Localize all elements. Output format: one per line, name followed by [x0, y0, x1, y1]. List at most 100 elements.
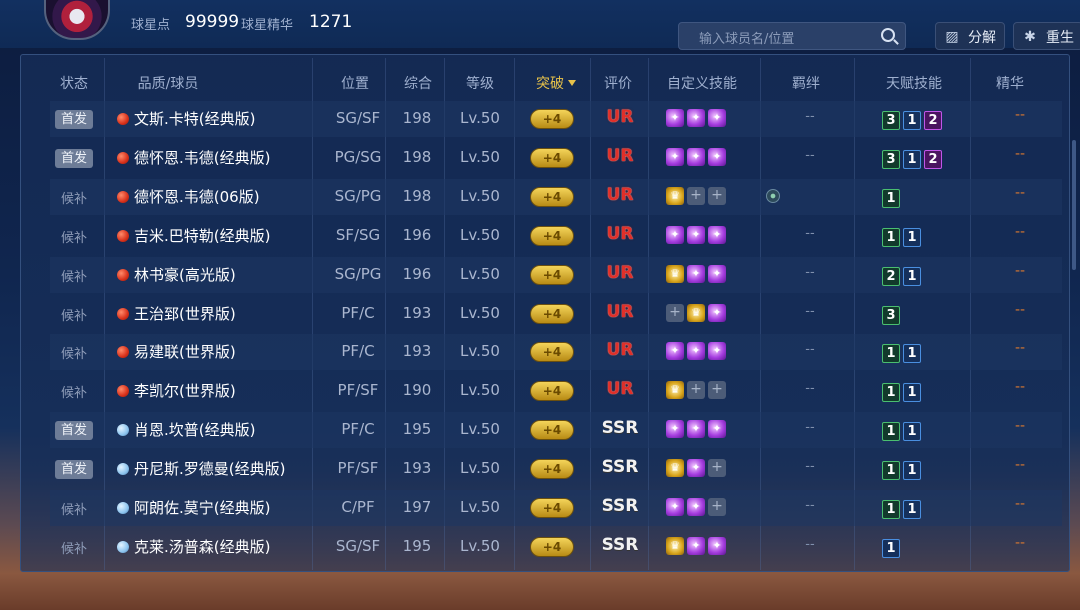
talent-level-badge: 1	[903, 266, 921, 286]
player-name[interactable]: 德怀恩.韦德(06版)	[134, 186, 260, 207]
level-value: Lv.50	[460, 264, 500, 283]
empty-skill-slot-icon[interactable]: +	[687, 381, 705, 400]
player-name[interactable]: 肖恩.坎普(经典版)	[134, 419, 255, 440]
table-row[interactable]: 候补 李凯尔(世界版) PF/SF 190 Lv.50 +4 UR ♛ + + -- 1 1 --	[50, 373, 1062, 409]
col-talent-skills[interactable]: 天赋技能	[882, 73, 946, 93]
col-bond[interactable]: 羁绊	[786, 73, 826, 93]
talent-level-badge: 3	[882, 305, 900, 325]
player-name[interactable]: 王治郅(世界版)	[134, 303, 236, 324]
gold-skill-icon[interactable]: ♛	[687, 303, 705, 322]
custom-skills[interactable]: ✦ ✦ +	[666, 498, 729, 518]
purple-skill-icon[interactable]: ✦	[666, 420, 684, 439]
player-name[interactable]: 易建联(世界版)	[134, 341, 236, 362]
bond-value: --	[805, 536, 815, 552]
col-position[interactable]: 位置	[335, 73, 375, 93]
purple-skill-icon[interactable]: ✦	[666, 147, 684, 166]
table-row[interactable]: 候补 阿朗佐.莫宁(经典版) C/PF 197 Lv.50 +4 SSR ✦ ✦ + -- 1 1 --	[50, 490, 1062, 526]
purple-skill-icon[interactable]: ✦	[687, 264, 705, 283]
col-quality-player[interactable]: 品质/球员	[128, 73, 208, 93]
col-custom-skills[interactable]: 自定义技能	[660, 73, 744, 93]
custom-skills[interactable]: ♛ ✦ ✦	[666, 536, 729, 557]
table-row[interactable]: 候补 王治郅(世界版) PF/C 193 Lv.50 +4 UR + ♛ ✦ -- 3 --	[50, 296, 1062, 332]
purple-skill-icon[interactable]: ✦	[708, 420, 726, 439]
talent-skills: 1	[882, 537, 903, 558]
overall-value: 190	[402, 381, 432, 400]
table-row[interactable]: 候补 易建联(世界版) PF/C 193 Lv.50 +4 UR ✦ ✦ ✦ -- 1 1 --	[50, 334, 1062, 371]
table-row[interactable]: 候补 克莱.汤普森(经典版) SG/SF 195 Lv.50 +4 SSR ♛ ✦ ✦ -- 1 --	[50, 529, 1062, 565]
custom-skills[interactable]: + ♛ ✦	[666, 303, 729, 324]
table-row[interactable]: 候补 德怀恩.韦德(06版) SG/PG 198 Lv.50 +4 UR ♛ + +1 --	[50, 178, 1062, 215]
col-overall[interactable]: 综合	[398, 73, 438, 93]
col-rating[interactable]: 评价	[598, 73, 638, 93]
custom-skills[interactable]: ✦ ✦ ✦	[666, 109, 729, 129]
purple-skill-icon[interactable]: ✦	[687, 342, 705, 361]
player-name[interactable]: 丹尼斯.罗德曼(经典版)	[134, 458, 285, 479]
decompose-button[interactable]: ▨ 分解	[935, 22, 1005, 50]
purple-skill-icon[interactable]: ✦	[708, 109, 726, 127]
purple-skill-icon[interactable]: ✦	[666, 342, 684, 361]
table-row[interactable]: 首发 德怀恩.韦德(经典版) PG/SG 198 Lv.50 +4 UR ✦ ✦ ✦ -- 3 1 2 --	[50, 140, 1062, 176]
custom-skills[interactable]: ✦ ✦ ✦	[666, 342, 729, 362]
position-value: PF/C	[341, 342, 375, 361]
position-value: PF/C	[341, 420, 375, 439]
player-name[interactable]: 德怀恩.韦德(经典版)	[134, 147, 270, 168]
table-row[interactable]: 候补 林书豪(高光版) SG/PG 196 Lv.50 +4 UR ♛ ✦ ✦ -- 2 1 --	[50, 256, 1062, 293]
player-name[interactable]: 阿朗佐.莫宁(经典版)	[134, 497, 270, 518]
scrollbar[interactable]	[1072, 140, 1076, 270]
purple-skill-icon[interactable]: ✦	[687, 225, 705, 244]
purple-skill-icon[interactable]: ✦	[666, 109, 684, 127]
purple-skill-icon[interactable]: ✦	[687, 420, 705, 439]
player-name[interactable]: 林书豪(高光版)	[134, 264, 236, 285]
table-row[interactable]: 候补 吉米.巴特勒(经典版) SF/SG 196 Lv.50 +4 UR ✦ ✦ ✦ -- 1 1 --	[50, 218, 1062, 254]
purple-skill-icon[interactable]: ✦	[708, 147, 726, 166]
gold-skill-icon[interactable]: ♛	[666, 264, 684, 283]
col-level[interactable]: 等级	[460, 73, 500, 93]
empty-skill-slot-icon[interactable]: +	[687, 186, 705, 205]
gold-skill-icon[interactable]: ♛	[666, 381, 684, 400]
custom-skills[interactable]: ♛ + +	[666, 186, 729, 207]
search-icon[interactable]	[881, 28, 895, 42]
empty-skill-slot-icon[interactable]: +	[708, 186, 726, 205]
custom-skills[interactable]: ✦ ✦ ✦	[666, 147, 729, 168]
purple-skill-icon[interactable]: ✦	[708, 342, 726, 361]
rebirth-button[interactable]: ✱ 重生	[1013, 22, 1080, 50]
player-name[interactable]: 克莱.汤普森(经典版)	[134, 536, 270, 557]
custom-skills[interactable]: ✦ ✦ ✦	[666, 420, 729, 440]
empty-skill-slot-icon[interactable]: +	[708, 381, 726, 400]
gold-skill-icon[interactable]: ♛	[666, 186, 684, 205]
table-row[interactable]: 首发 肖恩.坎普(经典版) PF/C 195 Lv.50 +4 SSR ✦ ✦ ✦ -- 1 1 --	[50, 412, 1062, 449]
purple-skill-icon[interactable]: ✦	[687, 109, 705, 127]
bond-icon[interactable]	[766, 188, 780, 203]
gold-skill-icon[interactable]: ♛	[666, 459, 684, 478]
team-logo-avatar[interactable]	[44, 0, 110, 40]
empty-skill-slot-icon[interactable]: +	[708, 459, 726, 478]
custom-skills[interactable]: ✦ ✦ ✦	[666, 225, 729, 246]
talent-level-badge: 2	[924, 149, 942, 169]
purple-skill-icon[interactable]: ✦	[708, 225, 726, 244]
custom-skills[interactable]: ♛ + +	[666, 381, 729, 401]
purple-skill-icon[interactable]: ✦	[666, 225, 684, 244]
player-name[interactable]: 文斯.卡特(经典版)	[134, 108, 255, 129]
empty-skill-slot-icon[interactable]: +	[666, 303, 684, 322]
table-row[interactable]: 首发 文斯.卡特(经典版) SG/SF 198 Lv.50 +4 UR ✦ ✦ ✦ -- 3 1 2 --	[50, 101, 1062, 137]
search-box[interactable]: 输入球员名/位置	[678, 22, 906, 50]
purple-skill-icon[interactable]: ✦	[708, 536, 726, 555]
purple-skill-icon[interactable]: ✦	[687, 147, 705, 166]
purple-skill-icon[interactable]: ✦	[687, 536, 705, 555]
player-name[interactable]: 吉米.巴特勒(经典版)	[134, 225, 270, 246]
col-essence[interactable]: 精华	[990, 73, 1030, 93]
col-breakthrough[interactable]: 突破	[528, 73, 584, 93]
purple-skill-icon[interactable]: ✦	[708, 303, 726, 322]
custom-skills[interactable]: ♛ ✦ ✦	[666, 264, 729, 285]
custom-skills[interactable]: ♛ ✦ +	[666, 459, 729, 479]
purple-skill-icon[interactable]: ✦	[687, 459, 705, 478]
empty-skill-slot-icon[interactable]: +	[708, 498, 726, 516]
purple-skill-icon[interactable]: ✦	[708, 264, 726, 283]
col-status[interactable]: 状态	[52, 73, 96, 93]
search-input[interactable]: 输入球员名/位置	[699, 28, 794, 47]
table-row[interactable]: 首发 丹尼斯.罗德曼(经典版) PF/SF 193 Lv.50 +4 SSR ♛ ✦ + -- 1 1 -…	[50, 451, 1062, 487]
purple-skill-icon[interactable]: ✦	[687, 498, 705, 516]
gold-skill-icon[interactable]: ♛	[666, 536, 684, 555]
purple-skill-icon[interactable]: ✦	[666, 498, 684, 516]
player-name[interactable]: 李凯尔(世界版)	[134, 380, 236, 401]
